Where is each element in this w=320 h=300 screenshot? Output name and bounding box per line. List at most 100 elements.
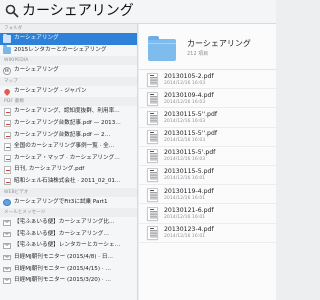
result-item-label: 昭和シェル石油株式会社 · 2011_02_01…: [14, 177, 121, 184]
result-item-label: カーシェアリングでFit3に試乗 Part1: [14, 198, 108, 205]
result-item[interactable]: 【宅ふぁいる便】レンタカーとカーシェ…: [0, 240, 137, 252]
section-header: マップ: [0, 76, 137, 86]
result-item-label: カーシェアリング - ジャパン: [14, 87, 87, 94]
section-header: WIKIPEDIA: [0, 56, 137, 66]
map-pin-icon: [3, 87, 11, 96]
result-item-label: カーシェアリング台数記事.pdf — 2013…: [14, 119, 121, 126]
result-item-label: 日経MJ朝刊モニター (2015/4/8) · 日…: [14, 253, 114, 260]
file-date: 2014/12/16 16:01: [164, 176, 206, 182]
folder-icon: [3, 45, 11, 55]
result-item[interactable]: W カーシェアリング: [0, 65, 137, 77]
result-item-label: 日経MJ朝刊モニター (2015/4/15) · …: [14, 265, 111, 272]
file-row[interactable]: 20130115-5''.pdf 2014/12/16 16:03: [139, 128, 276, 147]
pdf-thumbnail-icon: [147, 110, 158, 125]
pdf-thumbnail-icon: [147, 187, 158, 202]
result-item-label: 日刊, カーシェアリング.pdf: [14, 166, 85, 173]
mail-icon: [3, 220, 11, 226]
pdf-thumbnail-icon: [147, 149, 158, 164]
file-row[interactable]: 20130105-2.pdf 2014/12/16 16:03: [139, 70, 276, 90]
section-header: メールとメッセージ: [0, 208, 137, 218]
preview-folder-name: カーシェアリング: [187, 39, 251, 48]
search-input[interactable]: カーシェアリング: [22, 1, 134, 21]
folder-icon: [3, 33, 11, 43]
result-item[interactable]: 【宅ふぁいる便】カーシェアリング比…: [0, 217, 137, 229]
folder-preview-header: カーシェアリング 212 項目: [139, 24, 276, 70]
result-item[interactable]: 日経MJ朝刊モニター (2015/4/8) · 日…: [0, 252, 137, 264]
section-header: フォルダ: [0, 24, 137, 33]
file-name: 20130115-5'.pdf: [164, 149, 216, 157]
pdf-icon: [4, 108, 11, 116]
pdf-thumbnail-icon: [147, 226, 158, 240]
file-name: 20130115-5''.pdf: [164, 110, 218, 118]
mail-icon: [3, 231, 11, 238]
pdf-icon: [4, 177, 11, 186]
result-item-label: カーシェアリング: [14, 35, 59, 41]
result-item[interactable]: カーシェアリングでFit3に試乗 Part1: [0, 197, 137, 209]
result-item[interactable]: 日経MJ朝刊モニター (2015/3/20) · …: [0, 275, 137, 287]
result-item[interactable]: カーシェア・マップ · カーシェアリング…: [0, 153, 137, 165]
result-item-label: 2015レンタカーとカーシェアリング: [14, 46, 107, 53]
file-name: 20130115-5.pdf: [164, 168, 214, 176]
result-item-label: 全国のカーシェアリング事例一覧 · 全…: [14, 143, 115, 150]
section-header: WEBビデオ: [0, 187, 137, 197]
file-date: 2014/12/16 16:01: [164, 234, 206, 239]
result-item[interactable]: 日刊, カーシェアリング.pdf: [0, 164, 137, 176]
file-row[interactable]: 20130115-5'.pdf 2014/12/16 16:03: [139, 147, 276, 166]
result-item[interactable]: 昭和シェル石油株式会社 · 2011_02_01…: [0, 176, 137, 188]
result-item[interactable]: 全国のカーシェアリング事例一覧 · 全…: [0, 141, 137, 153]
pdf-icon: [4, 119, 11, 128]
result-item-label: カーシェア・マップ · カーシェアリング…: [14, 154, 120, 161]
result-item[interactable]: カーシェアリング台数記事.pdf — 2…: [0, 130, 137, 142]
mail-icon: [3, 278, 11, 284]
result-item[interactable]: カーシェアリング、認知度抜群、利用率…: [0, 106, 137, 118]
file-row[interactable]: 20130119-4.pdf 2014/12/16 16:01: [139, 185, 276, 205]
folder-icon: [148, 36, 176, 61]
mail-icon: [3, 243, 11, 249]
pdf-icon: [4, 166, 11, 174]
pdf-thumbnail-icon: [147, 91, 158, 106]
file-date: 2014/12/16 16:03: [164, 99, 206, 105]
mail-icon: [3, 254, 11, 261]
result-item-label: カーシェアリング、認知度抜群、利用率…: [14, 108, 120, 115]
result-item[interactable]: カーシェアリング台数記事.pdf — 2013…: [0, 118, 137, 130]
result-item[interactable]: カーシェアリング - ジャパン: [0, 86, 137, 98]
file-date: 2014/12/16 16:03: [164, 138, 206, 144]
web-video-icon: [3, 198, 11, 207]
result-item-label: 【宅ふぁいる便】レンタカーとカーシェ…: [14, 242, 121, 249]
result-item[interactable]: 【宅ふぁいる便】カーシェアリング…: [0, 229, 137, 241]
result-item[interactable]: 2015レンタカーとカーシェアリング: [0, 45, 137, 57]
result-item-label: 【宅ふぁいる便】カーシェアリング比…: [14, 219, 115, 226]
file-date: 2014/12/16 16:03: [164, 157, 206, 163]
file-row[interactable]: 20130115-5.pdf 2014/12/16 16:01: [139, 166, 276, 186]
file-date: 2014/12/16 16:03: [164, 118, 206, 124]
file-row[interactable]: 20130109-4.pdf 2014/12/16 16:03: [139, 89, 276, 109]
file-name: 20130115-5''.pdf: [164, 130, 218, 138]
pdf-thumbnail-icon: [147, 168, 158, 183]
file-date: 2014/12/16 16:01: [164, 195, 206, 201]
wikipedia-icon: W: [3, 67, 11, 75]
pdf-thumbnail-icon: [147, 130, 158, 145]
file-date: 2014/12/16 16:01: [164, 214, 206, 220]
pdf-icon: [4, 154, 11, 163]
file-name: 20130105-2.pdf: [164, 72, 214, 80]
mail-icon: [3, 266, 11, 272]
search-icon: [5, 4, 19, 18]
preview-pane: カーシェアリング 212 項目 20130105-2.pdf 2014/12/16…: [139, 24, 276, 300]
results-list: フォルダ カーシェアリング 2015レンタカーとカーシェアリング WIKIPEDIA W…: [0, 24, 138, 300]
section-header: PDF 書類: [0, 97, 137, 107]
file-row[interactable]: 20130115-5''.pdf 2014/12/16 16:03: [139, 108, 276, 128]
pdf-icon: [4, 131, 11, 140]
file-name: 20130121-6.pdf: [164, 206, 214, 214]
result-item[interactable]: カーシェアリング: [0, 33, 137, 45]
file-row[interactable]: 20130121-6.pdf 2014/12/16 16:01: [139, 204, 276, 224]
result-item[interactable]: 日経MJ朝刊モニター (2015/4/15) · …: [0, 264, 137, 276]
pdf-icon: [4, 143, 11, 151]
search-bar: カーシェアリング: [0, 0, 276, 24]
file-row[interactable]: 20130123-4.pdf 2014/12/16 16:01: [139, 224, 276, 243]
pdf-thumbnail-icon: [147, 206, 158, 221]
result-item-label: 【宅ふぁいる便】カーシェアリング…: [14, 230, 109, 237]
file-name: 20130119-4.pdf: [164, 187, 214, 195]
pdf-thumbnail-icon: [147, 72, 158, 87]
file-name: 20130109-4.pdf: [164, 91, 214, 99]
result-item-label: カーシェアリング台数記事.pdf — 2…: [14, 131, 111, 138]
